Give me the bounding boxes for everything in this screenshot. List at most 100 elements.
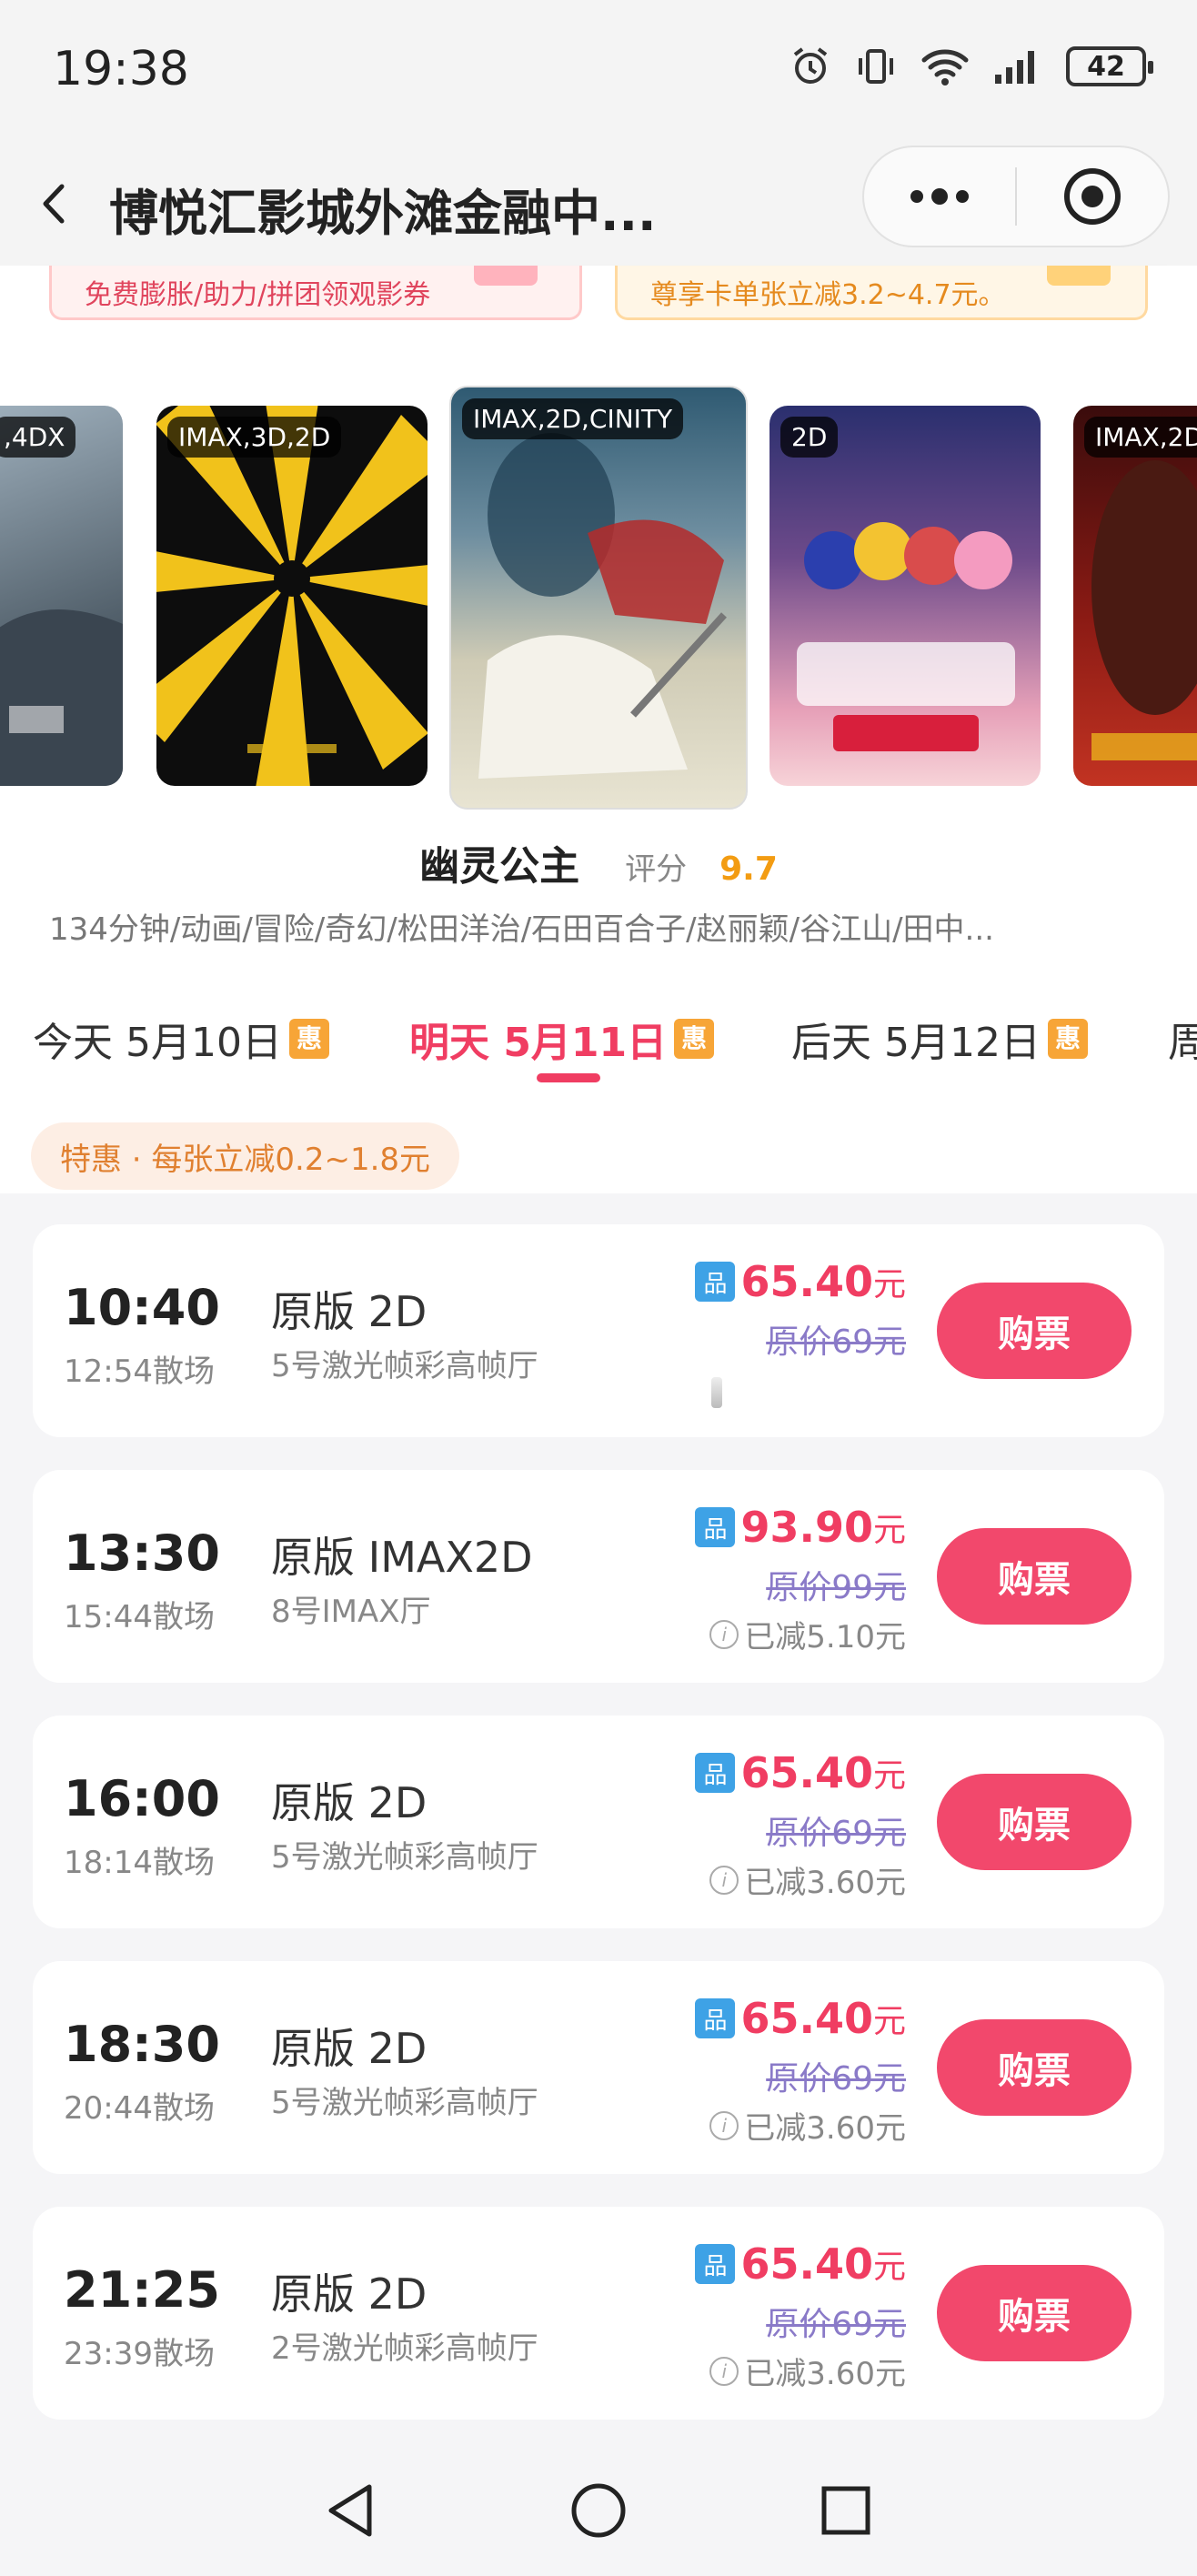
- nav-bar: 博悦汇影城外滩金融中...: [0, 146, 1197, 266]
- version: 原版 2D: [271, 2269, 428, 2319]
- loading-indicator: [711, 1377, 722, 1408]
- alarm-icon: [790, 45, 831, 87]
- showtime-row[interactable]: 16:00 18:14散场 原版 2D 5号激光帧彩高帧厅 品 65.40 元 …: [33, 1716, 1164, 1928]
- recents-nav-button[interactable]: [810, 2474, 882, 2547]
- price-unit: 元: [872, 2249, 906, 2286]
- movie-title-row: 幽灵公主 评分 9.7: [0, 833, 1197, 891]
- showtime-row[interactable]: 13:30 15:44散场 原版 IMAX2D 8号IMAX厅 品 93.90 …: [33, 1470, 1164, 1683]
- end-time: 20:44散场: [64, 2090, 215, 2127]
- price-row: 品 65.40 元: [695, 2239, 906, 2289]
- original-price: 原价69元: [766, 2306, 906, 2343]
- vibrate-icon: [855, 45, 897, 87]
- original-price: 原价69元: [766, 1815, 906, 1852]
- tab-date-today[interactable]: 今天 5月10日 惠: [33, 1010, 329, 1068]
- back-button[interactable]: [20, 169, 89, 238]
- page-title: 博悦汇影城外滩金融中...: [109, 185, 657, 242]
- tab-date-tomorrow[interactable]: 明天 5月11日 惠: [409, 1010, 715, 1068]
- tab-date-next[interactable]: 周: [1168, 1010, 1197, 1068]
- price-unit: 元: [872, 1266, 906, 1303]
- movie-poster-selected[interactable]: IMAX,2D,CINITY: [449, 386, 748, 810]
- price-unit: 元: [872, 1757, 906, 1795]
- miniprogram-capsule: [862, 146, 1170, 247]
- info-icon: i: [709, 2110, 739, 2140]
- price-unit: 元: [872, 2003, 906, 2040]
- movie-title[interactable]: 幽灵公主: [419, 843, 579, 890]
- wifi-icon: [920, 45, 970, 87]
- movie-poster[interactable]: ,4DX: [0, 406, 123, 786]
- end-time: 18:14散场: [64, 1845, 215, 1881]
- info-icon: i: [709, 2356, 739, 2386]
- format-tag: ,4DX: [0, 417, 76, 458]
- movie-poster[interactable]: IMAX,2D: [1073, 406, 1197, 786]
- start-time: 21:25: [64, 2261, 220, 2319]
- price-row: 品 65.40 元: [695, 1994, 906, 2043]
- home-nav-button[interactable]: [562, 2474, 635, 2547]
- original-price: 原价69元: [766, 1323, 906, 1361]
- discount-info[interactable]: i 已减5.10元: [709, 1612, 906, 1656]
- price: 65.40: [740, 1257, 873, 1306]
- battery-icon: 42: [1066, 46, 1153, 86]
- circle-home-icon: [571, 2483, 626, 2538]
- square-recents-icon: [821, 2486, 870, 2535]
- showtime-row[interactable]: 21:25 23:39散场 原版 2D 2号激光帧彩高帧厅 品 65.40 元 …: [33, 2207, 1164, 2420]
- buy-ticket-button[interactable]: 购票: [937, 2019, 1132, 2116]
- promo-card-coupon[interactable]: 免费膨胀/助力/拼团领观影券: [49, 266, 582, 320]
- movie-info: 幽灵公主 评分 9.7 134分钟/动画/冒险/奇幻/松田洋治/石田百合子/赵丽…: [0, 820, 1197, 993]
- discount-info[interactable]: i 已减3.60元: [709, 2349, 906, 2393]
- poster-carousel: ,4DX IMAX,3D,2D IMAX,2D,CINITY 2D IMAX,2…: [0, 347, 1197, 820]
- price-row: 品 65.40 元: [695, 1257, 906, 1306]
- date-label: 明天 5月11日: [409, 1020, 668, 1066]
- info-icon: i: [709, 1619, 739, 1649]
- status-bar: 19:38 42: [0, 0, 1197, 146]
- version: 原版 IMAX2D: [271, 1533, 533, 1582]
- more-button[interactable]: [864, 147, 1015, 246]
- format-tag: 2D: [780, 417, 839, 458]
- triangle-back-icon: [328, 2484, 372, 2537]
- discount-info[interactable]: i 已减3.60元: [709, 1857, 906, 1902]
- movie-poster[interactable]: 2D: [770, 406, 1041, 786]
- date-tabs: 今天 5月10日 惠 明天 5月11日 惠 后天 5月12日 惠 周: [0, 993, 1197, 1112]
- format-tag: IMAX,3D,2D: [167, 417, 342, 458]
- version: 原版 2D: [271, 1778, 428, 1827]
- hall-name: 2号激光帧彩高帧厅: [271, 2330, 538, 2367]
- price: 93.90: [740, 1503, 873, 1552]
- active-tab-indicator: [537, 1073, 600, 1082]
- start-time: 18:30: [64, 2016, 220, 2073]
- price-row: 品 93.90 元: [695, 1503, 906, 1552]
- discount-amount: 已减5.10元: [744, 1619, 906, 1655]
- rating-label: 评分: [625, 851, 688, 888]
- buy-ticket-button[interactable]: 购票: [937, 1528, 1132, 1625]
- promo-card-membership[interactable]: 尊享卡单张立减3.2~4.7元。: [615, 266, 1148, 320]
- price-unit: 元: [872, 1512, 906, 1549]
- discount-info[interactable]: i 已减3.60元: [709, 2103, 906, 2148]
- brand-badge: 品: [695, 1262, 736, 1302]
- brand-badge: 品: [695, 1998, 736, 2038]
- back-nav-button[interactable]: [315, 2474, 387, 2547]
- system-nav-bar: [0, 2447, 1197, 2576]
- start-time: 10:40: [64, 1279, 220, 1336]
- buy-ticket-button[interactable]: 购票: [937, 1283, 1132, 1379]
- movie-poster[interactable]: IMAX,3D,2D: [156, 406, 428, 786]
- close-miniprogram-button[interactable]: [1017, 147, 1168, 246]
- end-time: 12:54散场: [64, 1353, 215, 1390]
- showtime-row[interactable]: 18:30 20:44散场 原版 2D 5号激光帧彩高帧厅 品 65.40 元 …: [33, 1961, 1164, 2174]
- info-icon: i: [709, 1865, 739, 1895]
- start-time: 16:00: [64, 1770, 220, 1827]
- hall-name: 5号激光帧彩高帧厅: [271, 2085, 538, 2121]
- discount-tip-area: 特惠 · 每张立减0.2~1.8元: [0, 1112, 1197, 1193]
- promo-tab: [474, 266, 538, 286]
- buy-ticket-button[interactable]: 购票: [937, 2265, 1132, 2361]
- original-price: 原价69元: [766, 2060, 906, 2098]
- promo-area: 免费膨胀/助力/拼团领观影券 尊享卡单张立减3.2~4.7元。: [0, 266, 1197, 347]
- end-time: 23:39散场: [64, 2336, 215, 2372]
- rating-value: 9.7: [719, 850, 778, 888]
- showtime-row[interactable]: 10:40 12:54散场 原版 2D 5号激光帧彩高帧厅 品 65.40 元 …: [33, 1224, 1164, 1437]
- more-dots-icon: [910, 188, 969, 205]
- tab-date-day-after[interactable]: 后天 5月12日 惠: [791, 1010, 1088, 1068]
- version: 原版 2D: [271, 2024, 428, 2073]
- clock: 19:38: [53, 42, 189, 96]
- original-price: 原价99元: [766, 1569, 906, 1606]
- discount-badge: 惠: [674, 1019, 715, 1059]
- buy-ticket-button[interactable]: 购票: [937, 1774, 1132, 1870]
- version: 原版 2D: [271, 1287, 428, 1336]
